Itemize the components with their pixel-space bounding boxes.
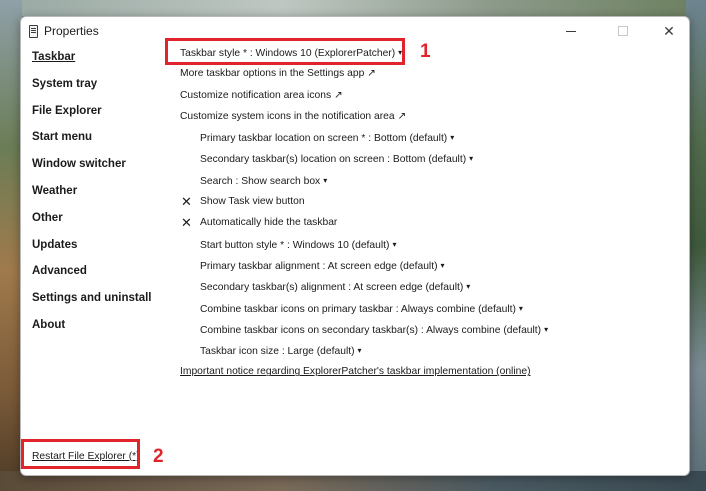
sidebar-item-other[interactable]: Other: [32, 208, 172, 235]
dropdown-arrow-icon: ▾: [440, 260, 445, 270]
task-view-label: Show Task view button: [200, 196, 305, 208]
background-scenery-left: [0, 0, 22, 491]
properties-window: Properties ✕ Taskbar System tray File Ex…: [20, 16, 690, 476]
secondary-location-dropdown[interactable]: Secondary taskbar(s) location on screen …: [180, 148, 680, 169]
icon-size-dropdown[interactable]: Taskbar icon size : Large (default) ▾: [180, 340, 680, 361]
combine-secondary-dropdown[interactable]: Combine taskbar icons on secondary taskb…: [180, 319, 680, 340]
checked-icon: ✕: [181, 215, 192, 231]
start-style-label: Start button style * : Windows 10 (defau…: [200, 239, 390, 251]
important-notice-link[interactable]: Important notice regarding ExplorerPatch…: [180, 361, 680, 382]
dropdown-arrow-icon: ▾: [450, 133, 455, 143]
settings-panel: Taskbar style * : Windows 10 (ExplorerPa…: [180, 42, 680, 383]
dropdown-arrow-icon: ▾: [392, 239, 397, 249]
secondary-alignment-dropdown[interactable]: Secondary taskbar(s) alignment : At scre…: [180, 276, 680, 297]
sidebar-item-updates[interactable]: Updates: [32, 235, 172, 262]
background-scenery-top: [0, 0, 706, 16]
dropdown-arrow-icon: ▾: [544, 324, 549, 334]
combine-primary-label: Combine taskbar icons on primary taskbar…: [200, 303, 516, 315]
important-notice-label: Important notice regarding ExplorerPatch…: [180, 366, 531, 378]
sidebar-item-about[interactable]: About: [32, 315, 172, 342]
more-taskbar-options-label: More taskbar options in the Settings app…: [180, 68, 376, 80]
sidebar-item-taskbar[interactable]: Taskbar: [32, 47, 172, 74]
primary-alignment-dropdown[interactable]: Primary taskbar alignment : At screen ed…: [180, 255, 680, 276]
primary-location-dropdown[interactable]: Primary taskbar location on screen * : B…: [180, 127, 680, 148]
app-icon: [29, 25, 38, 38]
dropdown-arrow-icon: ▾: [469, 154, 474, 164]
sidebar-item-weather[interactable]: Weather: [32, 181, 172, 208]
dropdown-arrow-icon: ▾: [357, 346, 362, 356]
minimize-icon: [566, 30, 576, 32]
notification-icons-label: Customize notification area icons ↗: [180, 89, 343, 101]
highlight-number-2: 2: [153, 446, 164, 467]
maximize-button[interactable]: [603, 17, 643, 45]
secondary-alignment-label: Secondary taskbar(s) alignment : At scre…: [200, 282, 464, 294]
sidebar-item-file-explorer[interactable]: File Explorer: [32, 101, 172, 128]
sidebar-item-window-switcher[interactable]: Window switcher: [32, 154, 172, 181]
dropdown-arrow-icon: ▾: [518, 303, 523, 313]
primary-location-label: Primary taskbar location on screen * : B…: [200, 133, 448, 145]
auto-hide-checkbox[interactable]: ✕ Automatically hide the taskbar: [180, 212, 680, 233]
maximize-icon: [618, 26, 628, 36]
highlight-box-1: [165, 38, 405, 65]
sidebar: Taskbar System tray File Explorer Start …: [32, 47, 172, 342]
search-dropdown[interactable]: Search : Show search box ▾: [180, 170, 680, 191]
search-label: Search : Show search box: [200, 175, 321, 187]
combine-secondary-label: Combine taskbar icons on secondary taskb…: [200, 324, 542, 336]
task-view-checkbox[interactable]: ✕ Show Task view button: [180, 191, 680, 212]
close-icon: ✕: [663, 22, 675, 39]
dropdown-arrow-icon: ▾: [466, 282, 471, 292]
primary-alignment-label: Primary taskbar alignment : At screen ed…: [200, 260, 438, 272]
minimize-button[interactable]: [551, 17, 591, 45]
combine-primary-dropdown[interactable]: Combine taskbar icons on primary taskbar…: [180, 298, 680, 319]
sidebar-item-system-tray[interactable]: System tray: [32, 74, 172, 101]
sidebar-item-start-menu[interactable]: Start menu: [32, 127, 172, 154]
system-icons-label: Customize system icons in the notificati…: [180, 110, 407, 122]
highlight-number-1: 1: [420, 41, 431, 62]
sidebar-item-settings-uninstall[interactable]: Settings and uninstall: [32, 288, 172, 315]
checked-icon: ✕: [181, 194, 192, 210]
more-taskbar-options-link[interactable]: More taskbar options in the Settings app…: [180, 63, 680, 84]
dropdown-arrow-icon: ▾: [323, 175, 328, 185]
desktop-background: Properties ✕ Taskbar System tray File Ex…: [0, 0, 706, 491]
window-title: Properties: [44, 24, 99, 38]
highlight-box-2: [21, 439, 140, 469]
close-button[interactable]: ✕: [649, 17, 689, 45]
system-icons-link[interactable]: Customize system icons in the notificati…: [180, 106, 680, 127]
sidebar-item-advanced[interactable]: Advanced: [32, 261, 172, 288]
secondary-location-label: Secondary taskbar(s) location on screen …: [200, 154, 467, 166]
icon-size-label: Taskbar icon size : Large (default): [200, 346, 355, 358]
auto-hide-label: Automatically hide the taskbar: [200, 217, 338, 229]
start-style-dropdown[interactable]: Start button style * : Windows 10 (defau…: [180, 234, 680, 255]
notification-icons-link[interactable]: Customize notification area icons ↗: [180, 85, 680, 106]
